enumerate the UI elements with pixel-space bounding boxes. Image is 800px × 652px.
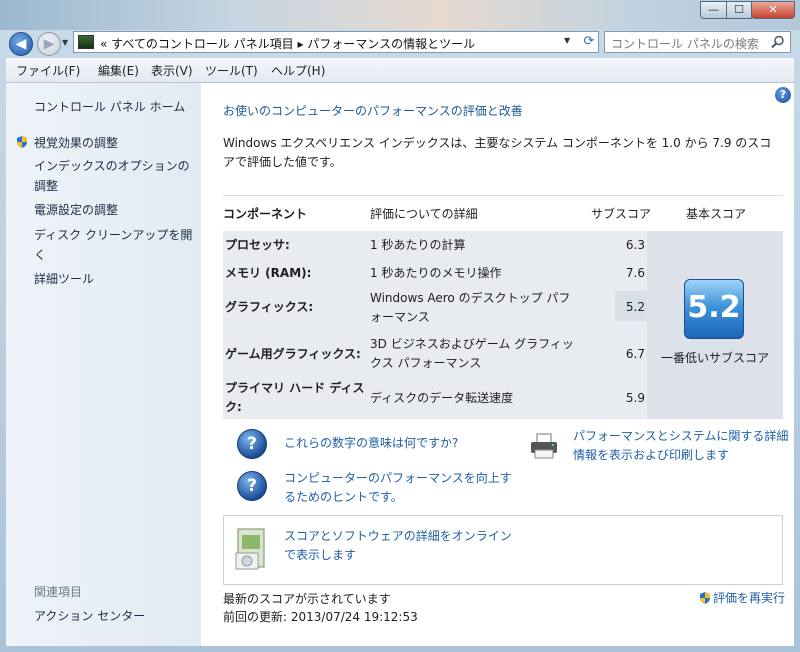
- search-input[interactable]: コントロール パネルの検索: [604, 31, 791, 53]
- row-detail-hard-disk: ディスクのデータ転送速度: [370, 391, 514, 405]
- row-score-hard-disk: 5.9: [625, 391, 645, 405]
- help-icon[interactable]: ?: [775, 87, 791, 103]
- row-detail-memory: 1 秒あたりのメモリ操作: [370, 266, 502, 280]
- last-update-status: 前回の更新: 2013/07/24 19:12:53: [223, 610, 418, 624]
- question-icon: ?: [237, 471, 267, 501]
- uac-shield-icon: [17, 136, 27, 148]
- base-score-label: 一番低いサブスコア: [660, 351, 769, 365]
- online-details-box: スコアとソフトウェアの詳細をオンラインで表示します: [223, 515, 783, 585]
- printer-icon: [531, 433, 557, 459]
- row-detail-processor: 1 秒あたりの計算: [370, 238, 466, 252]
- menu-bar: ファイル(F) 編集(E) 表示(V) ツール(T) ヘルプ(H): [6, 58, 794, 83]
- sidebar-item-action-center[interactable]: アクション センター: [34, 606, 145, 626]
- control-panel-icon: [78, 35, 94, 49]
- menu-file[interactable]: ファイル(F): [16, 62, 80, 79]
- sidebar: コントロール パネル ホーム 視覚効果の調整 インデックスのオプションの調整 電…: [6, 83, 201, 646]
- row-label-hard-disk: プライマリ ハード ディスク:: [225, 381, 365, 414]
- row-label-memory: メモリ (RAM):: [225, 266, 312, 280]
- address-dropdown-icon[interactable]: ▼: [564, 36, 570, 45]
- row-score-memory: 7.6: [625, 266, 645, 280]
- menu-help[interactable]: ヘルプ(H): [271, 62, 325, 79]
- sidebar-item-disk-cleanup[interactable]: ディスク クリーンアップを開く: [34, 225, 194, 265]
- rerun-assessment-link[interactable]: 評価を再実行: [713, 589, 785, 608]
- row-label-gaming-graphics: ゲーム用グラフィックス:: [225, 347, 361, 361]
- minimize-button[interactable]: —: [700, 1, 727, 19]
- search-placeholder: コントロール パネルの検索: [611, 37, 759, 51]
- uac-shield-icon: [700, 592, 710, 604]
- maximize-button[interactable]: ☐: [726, 1, 752, 19]
- breadcrumb[interactable]: « すべてのコントロール パネル項目 ▸ パフォーマンスの情報とツール: [100, 35, 475, 52]
- base-score-badge: 5.2: [684, 279, 744, 339]
- meaning-link[interactable]: これらの数字の意味は何ですか?: [284, 434, 458, 453]
- row-score-processor: 6.3: [625, 238, 645, 252]
- main-content: ? お使いのコンピューターのパフォーマンスの評価と改善 Windows エクスペ…: [201, 83, 794, 646]
- intro-text: Windows エクスペリエンス インデックスは、主要なシステム コンポーネント…: [223, 136, 772, 169]
- online-details-link[interactable]: スコアとソフトウェアの詳細をオンラインで表示します: [284, 527, 514, 565]
- question-icon: ?: [237, 429, 267, 459]
- sidebar-item-power[interactable]: 電源設定の調整: [34, 200, 118, 220]
- header-detail: 評価についての詳細: [370, 207, 478, 221]
- tips-link[interactable]: コンピューターのパフォーマンスを向上するためのヒントです。: [284, 469, 514, 507]
- title-bar[interactable]: [0, 0, 800, 30]
- row-label-processor: プロセッサ:: [225, 238, 290, 252]
- print-details-link[interactable]: パフォーマンスとシステムに関する詳細情報を表示および印刷します: [573, 427, 793, 465]
- related-header: 関連項目: [34, 585, 83, 599]
- base-score-panel: 5.2 一番低いサブスコア: [647, 231, 783, 419]
- header-subscore: サブスコア: [591, 207, 652, 221]
- header-base-score: 基本スコア: [686, 207, 747, 221]
- forward-button[interactable]: ▶: [37, 32, 61, 56]
- page-title: お使いのコンピューターのパフォーマンスの評価と改善: [223, 104, 523, 118]
- search-icon[interactable]: [771, 35, 785, 49]
- menu-edit[interactable]: 編集(E): [98, 62, 139, 79]
- close-button[interactable]: ✕: [751, 1, 795, 19]
- score-table: コンポーネント 評価についての詳細 サブスコア 基本スコア プロセッサ: 1 秒…: [223, 195, 783, 419]
- sidebar-item-advanced-tools[interactable]: 詳細ツール: [34, 269, 94, 289]
- history-dropdown-icon[interactable]: ▼: [62, 38, 68, 47]
- back-button[interactable]: ◀: [9, 32, 33, 56]
- software-box-icon: [235, 528, 265, 570]
- base-score-value: 5.2: [687, 290, 741, 325]
- row-score-gaming-graphics: 6.7: [625, 347, 645, 361]
- row-label-graphics: グラフィックス:: [225, 300, 314, 314]
- refresh-button[interactable]: ⟳: [578, 31, 600, 53]
- row-score-graphics: 5.2: [625, 300, 645, 314]
- latest-score-status: 最新のスコアが示されています: [223, 592, 391, 606]
- row-detail-gaming-graphics: 3D ビジネスおよびゲーム グラフィックス パフォーマンス: [370, 337, 574, 370]
- table-divider: [223, 195, 783, 196]
- menu-view[interactable]: 表示(V): [151, 62, 193, 79]
- menu-tools[interactable]: ツール(T): [205, 62, 258, 79]
- sidebar-item-visual-effects[interactable]: 視覚効果の調整: [34, 133, 118, 153]
- address-bar[interactable]: « すべてのコントロール パネル項目 ▸ パフォーマンスの情報とツール ▼: [73, 31, 599, 53]
- sidebar-home-link[interactable]: コントロール パネル ホーム: [34, 97, 185, 117]
- sidebar-item-indexing[interactable]: インデックスのオプションの調整: [34, 156, 194, 196]
- row-detail-graphics: Windows Aero のデスクトップ パフォーマンス: [370, 291, 571, 324]
- header-component: コンポーネント: [223, 207, 308, 221]
